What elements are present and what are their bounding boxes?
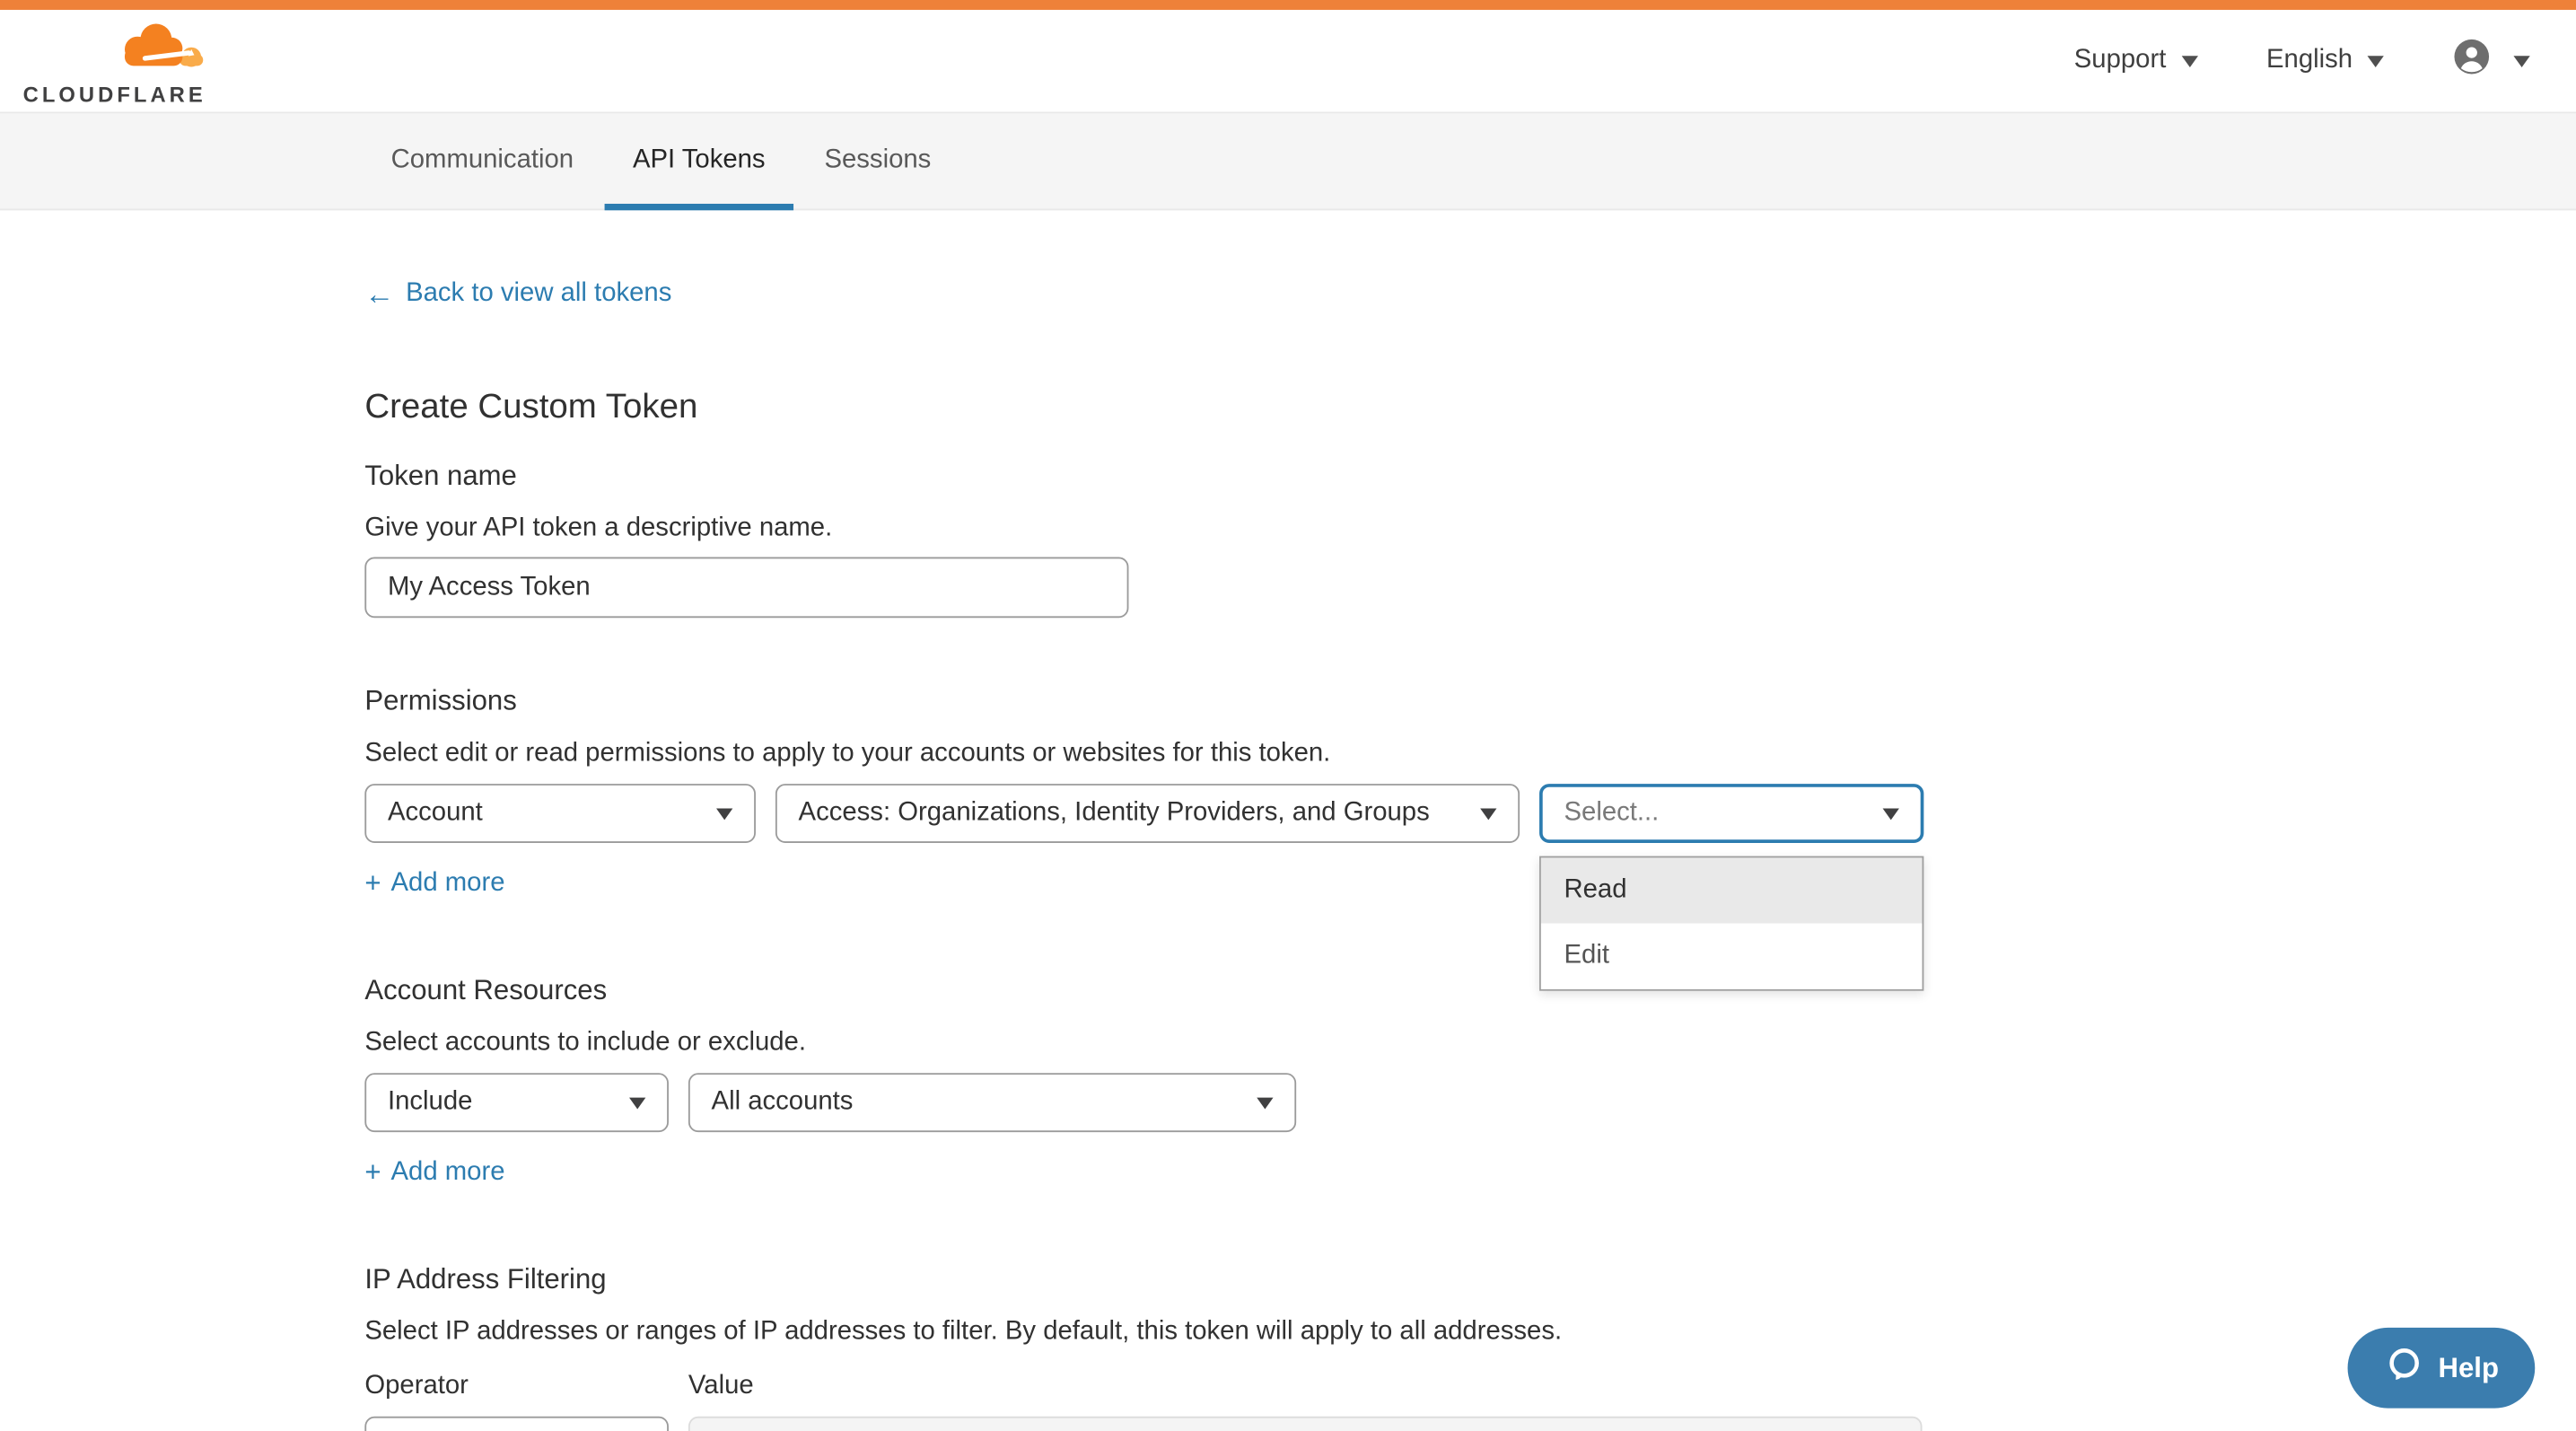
top-orange-bar xyxy=(0,0,2576,10)
account-resources-mode-select[interactable]: Include xyxy=(364,1073,669,1132)
permissions-heading: Permissions xyxy=(364,685,2576,718)
token-name-input[interactable] xyxy=(364,557,1128,618)
help-button-label: Help xyxy=(2439,1351,2499,1384)
help-button[interactable]: Help xyxy=(2348,1328,2535,1409)
chevron-down-icon xyxy=(1883,808,1899,820)
account-resources-scope-value: All accounts xyxy=(712,1088,854,1118)
operator-label: Operator xyxy=(364,1372,688,1401)
permissions-row: Account Access: Organizations, Identity … xyxy=(364,784,2576,843)
main-content: ← Back to view all tokens Create Custom … xyxy=(0,210,2576,1431)
language-menu[interactable]: English xyxy=(2266,46,2384,75)
permissions-add-more-label: Add more xyxy=(391,869,505,899)
ip-filtering-row: Select... xyxy=(364,1417,2576,1431)
chat-bubble-icon xyxy=(2384,1345,2422,1391)
page: CLOUDFLARE Support English xyxy=(0,0,2576,1431)
token-name-description: Give your API token a descriptive name. xyxy=(364,514,2576,544)
chevron-down-icon xyxy=(2181,55,2197,66)
back-link-label: Back to view all tokens xyxy=(406,279,671,309)
account-resources-heading: Account Resources xyxy=(364,974,2576,1007)
cloudflare-cloud-icon xyxy=(104,15,206,79)
tab-sessions[interactable]: Sessions xyxy=(824,113,931,208)
value-label: Value xyxy=(688,1372,754,1401)
plus-icon: + xyxy=(364,867,381,900)
permission-scope-value: Account xyxy=(388,799,483,829)
back-to-tokens-link[interactable]: ← Back to view all tokens xyxy=(364,279,671,309)
account-resources-mode-value: Include xyxy=(388,1088,472,1118)
chevron-down-icon xyxy=(1257,1097,1273,1109)
permission-resource-select[interactable]: Access: Organizations, Identity Provider… xyxy=(775,784,1520,843)
token-name-heading: Token name xyxy=(364,460,2576,493)
chevron-down-icon xyxy=(716,808,732,820)
permissions-description: Select edit or read permissions to apply… xyxy=(364,740,2576,769)
permission-scope-select[interactable]: Account xyxy=(364,784,756,843)
header: CLOUDFLARE Support English xyxy=(0,10,2576,111)
permission-access-select[interactable]: Select... xyxy=(1539,784,1923,843)
permission-access-select-wrap: Select... Read Edit xyxy=(1539,784,1923,843)
support-menu[interactable]: Support xyxy=(2074,46,2197,75)
menu-option-read[interactable]: Read xyxy=(1541,857,1923,923)
menu-option-edit[interactable]: Edit xyxy=(1541,924,1923,989)
back-arrow-icon: ← xyxy=(364,281,394,307)
account-resources-add-more-link[interactable]: + Add more xyxy=(364,1157,504,1190)
user-avatar-icon xyxy=(2453,38,2491,83)
chevron-down-icon xyxy=(2513,55,2529,66)
cloudflare-wordmark: CLOUDFLARE xyxy=(23,82,206,106)
account-menu[interactable] xyxy=(2453,38,2530,83)
account-resources-scope-select[interactable]: All accounts xyxy=(688,1073,1296,1132)
chevron-down-icon xyxy=(1480,808,1496,820)
account-resources-add-more-label: Add more xyxy=(391,1158,505,1188)
permission-resource-value: Access: Organizations, Identity Provider… xyxy=(799,799,1430,829)
permissions-add-more-link[interactable]: + Add more xyxy=(364,867,504,900)
ip-filtering-labels: Operator Value xyxy=(364,1372,2576,1401)
permission-access-placeholder: Select... xyxy=(1564,799,1659,829)
cloudflare-logo[interactable]: CLOUDFLARE xyxy=(23,15,206,106)
ip-filtering-description: Select IP addresses or ranges of IP addr… xyxy=(364,1318,2576,1348)
page-title: Create Custom Token xyxy=(364,388,2576,427)
chevron-down-icon xyxy=(629,1097,645,1109)
ip-value-input[interactable] xyxy=(688,1417,1923,1431)
tab-bar: Communication API Tokens Sessions xyxy=(0,111,2576,210)
tab-api-tokens[interactable]: API Tokens xyxy=(633,113,766,208)
header-right: Support English xyxy=(2074,38,2530,83)
tab-communication[interactable]: Communication xyxy=(391,113,574,208)
language-label: English xyxy=(2266,46,2353,75)
ip-filtering-heading: IP Address Filtering xyxy=(364,1264,2576,1297)
account-resources-description: Select accounts to include or exclude. xyxy=(364,1029,2576,1058)
access-dropdown-menu: Read Edit xyxy=(1539,856,1923,991)
chevron-down-icon xyxy=(2368,55,2384,66)
plus-icon: + xyxy=(364,1157,381,1190)
account-resources-row: Include All accounts xyxy=(364,1073,2576,1132)
ip-operator-select[interactable]: Select... xyxy=(364,1417,669,1431)
support-label: Support xyxy=(2074,46,2167,75)
